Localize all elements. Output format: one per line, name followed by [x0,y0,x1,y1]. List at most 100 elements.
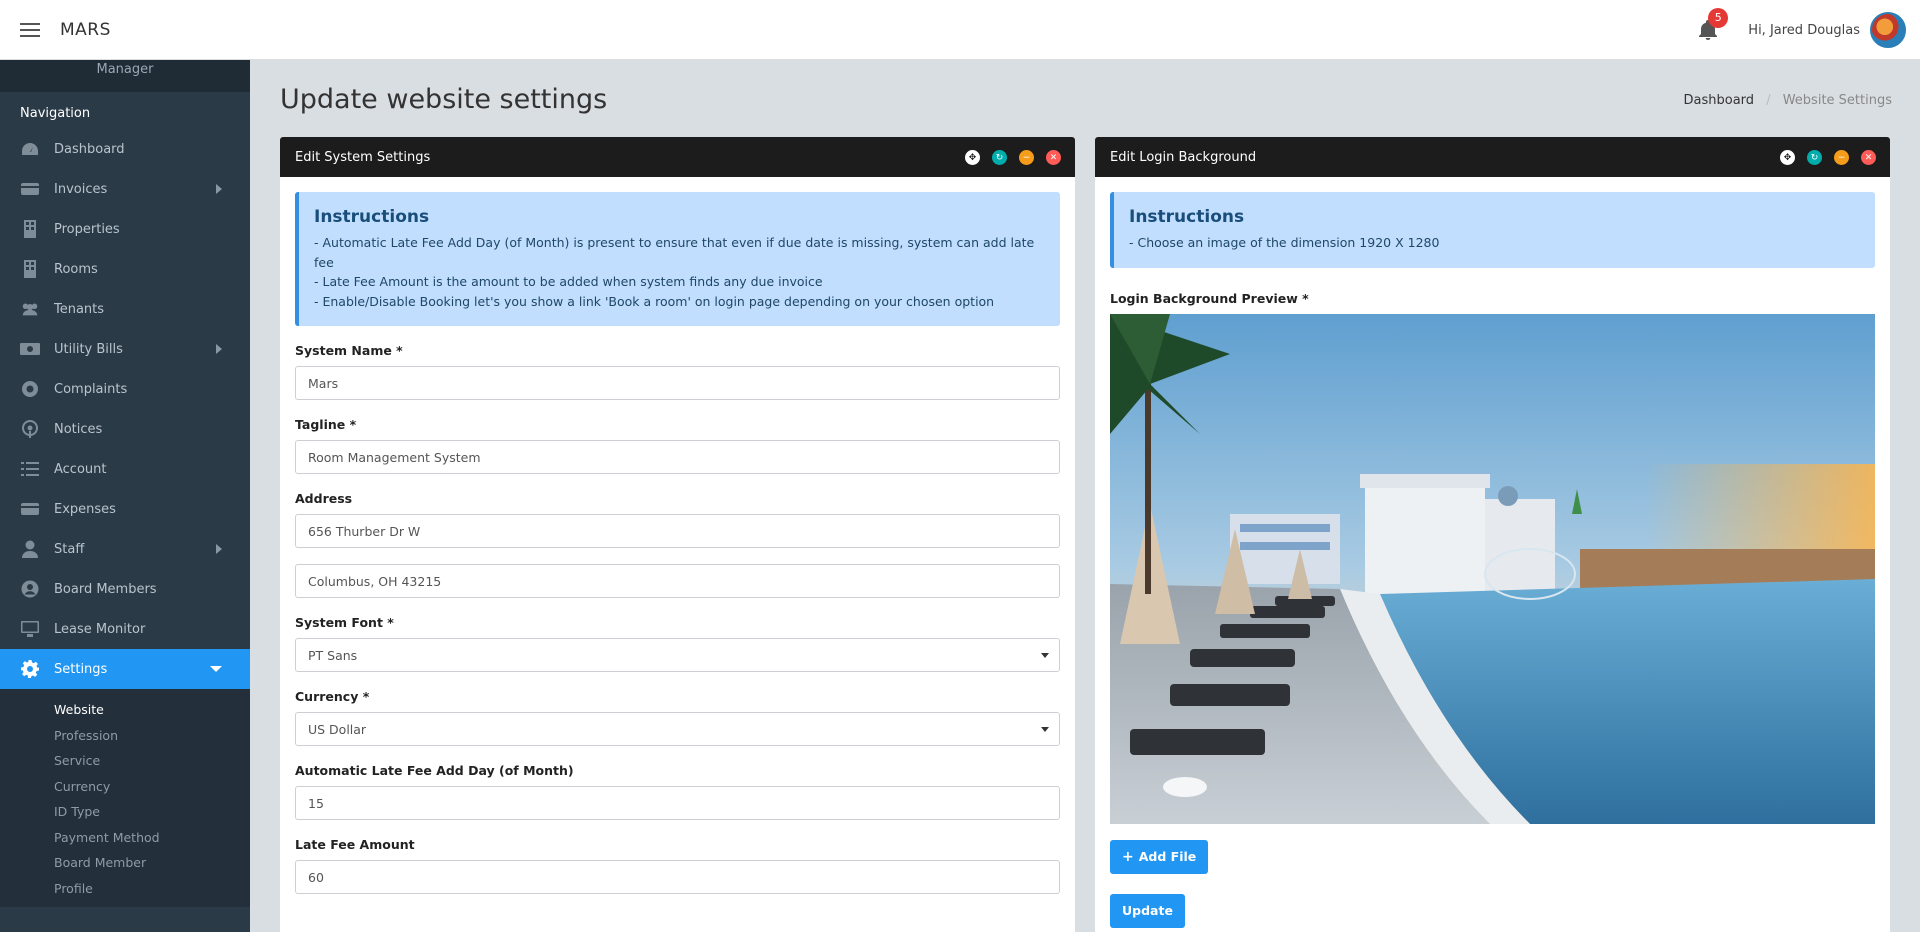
login-background-panel: Edit Login Background ✥ ↻ − ✕ Instructio… [1095,137,1890,932]
user-greeting[interactable]: Hi, Jared Douglas [1748,23,1860,38]
submenu-item-profile[interactable]: Profile [0,876,250,902]
tagline-input[interactable]: Room Management System [295,440,1060,474]
desktop-icon [20,620,40,638]
sidebar-item-account[interactable]: Account [0,449,250,489]
submenu-item-payment-method[interactable]: Payment Method [0,825,250,851]
expand-icon[interactable]: ✥ [965,150,980,165]
expand-icon[interactable]: ✥ [1780,150,1795,165]
breadcrumb-separator: / [1766,93,1771,108]
sidebar-item-tenants[interactable]: Tenants [0,289,250,329]
currency-select[interactable]: US Dollar [295,712,1060,746]
plus-icon: + [1122,848,1134,865]
sidebar-item-label: Notices [54,421,103,437]
add-file-label: Add File [1138,849,1197,864]
sidebar-item-expenses[interactable]: Expenses [0,489,250,529]
system-name-input[interactable]: Mars [295,366,1060,400]
system-font-value: PT Sans [308,647,358,663]
system-font-select[interactable]: PT Sans [295,638,1060,672]
chevron-right-icon [216,344,222,354]
sidebar-item-label: Invoices [54,181,108,197]
sidebar-item-settings[interactable]: Settings [0,649,250,689]
close-icon[interactable]: ✕ [1046,150,1061,165]
credit-card-icon [20,180,40,198]
system-font-label: System Font * [295,615,394,630]
instructions-title: Instructions [1129,207,1245,227]
add-file-button[interactable]: + Add File [1110,839,1209,874]
instruction-line: - Choose an image of the dimension 1920 … [1129,235,1440,250]
address-label: Address [295,491,353,506]
address-line1-input[interactable]: 656 Thurber Dr W [295,514,1060,548]
address-line2-value: Columbus, OH 43215 [308,573,442,589]
sidebar-item-label: Board Members [54,581,157,597]
sidebar-item-notices[interactable]: Notices [0,409,250,449]
reload-icon[interactable]: ↻ [992,150,1007,165]
breadcrumb-dashboard[interactable]: Dashboard [1684,93,1755,108]
sidebar-item-dashboard[interactable]: Dashboard [0,129,250,169]
sidebar-item-staff[interactable]: Staff [0,529,250,569]
sidebar-item-complaints[interactable]: Complaints [0,369,250,409]
page-title: Update website settings [280,84,608,115]
instruction-line: - Late Fee Amount is the amount to be ad… [314,274,823,289]
sidebar-item-rooms[interactable]: Rooms [0,249,250,289]
collapse-icon[interactable]: − [1834,150,1849,165]
system-settings-panel: Edit System Settings ✥ ↻ − ✕ Instruction… [280,137,1075,932]
submenu-item-website[interactable]: Website [0,697,250,723]
breadcrumb-current: Website Settings [1782,93,1892,108]
submenu-item-service[interactable]: Service [0,748,250,774]
address-line2-input[interactable]: Columbus, OH 43215 [295,564,1060,598]
late-fee-day-label: Automatic Late Fee Add Day (of Month) [295,763,574,778]
sidebar-item-invoices[interactable]: Invoices [0,169,250,209]
user-avatar[interactable] [1870,12,1906,48]
instructions-note: Instructions - Automatic Late Fee Add Da… [295,192,1060,326]
sidebar: Manager Navigation Dashboard Invoices Pr… [0,60,250,932]
panel-heading: Edit System Settings ✥ ↻ − ✕ [280,137,1075,177]
settings-submenu: Website Profession Service Currency ID T… [0,689,250,907]
tagline-value: Room Management System [308,449,481,465]
brand-name[interactable]: MARS [60,20,111,40]
submenu-item-id-type[interactable]: ID Type [0,799,250,825]
submenu-item-currency[interactable]: Currency [0,774,250,800]
podcast-icon [20,420,40,438]
instruction-line: - Enable/Disable Booking let's you show … [314,293,995,309]
update-button[interactable]: Update [1110,893,1185,928]
late-fee-amount-input[interactable]: 60 [295,860,1060,894]
sidebar-item-label: Utility Bills [54,341,123,357]
submenu-item-profession[interactable]: Profession [0,723,250,749]
tagline-label: Tagline * [295,417,357,432]
reload-icon[interactable]: ↻ [1807,150,1822,165]
system-name-value: Mars [308,375,339,391]
currency-label: Currency * [295,689,370,704]
close-icon[interactable]: ✕ [1861,150,1876,165]
address-line1-value: 656 Thurber Dr W [308,523,421,539]
sidebar-item-label: Dashboard [54,141,125,157]
sidebar-item-label: Tenants [54,301,105,317]
sidebar-item-lease-monitor[interactable]: Lease Monitor [0,609,250,649]
breadcrumb: Dashboard / Website Settings [1684,93,1892,108]
instructions-note: Instructions - Choose an image of the di… [1110,192,1875,268]
currency-value: US Dollar [308,721,367,737]
sidebar-item-properties[interactable]: Properties [0,209,250,249]
panel-heading: Edit Login Background ✥ ↻ − ✕ [1095,137,1890,177]
gear-icon [20,660,40,678]
users-icon [20,300,40,318]
panel-title: Edit System Settings [295,149,431,165]
collapse-icon[interactable]: − [1019,150,1034,165]
notification-bell-icon[interactable]: 5 [1696,8,1729,42]
preview-label: Login Background Preview * [1110,290,1309,306]
sidebar-item-label: Properties [54,221,120,237]
sidebar-item-board-members[interactable]: Board Members [0,569,250,609]
sidebar-item-utility-bills[interactable]: Utility Bills [0,329,250,369]
late-fee-amount-label: Late Fee Amount [295,837,415,852]
login-background-preview-image [1110,313,1875,824]
user-circle-icon [20,580,40,598]
late-fee-day-input[interactable]: 15 [295,786,1060,820]
late-fee-day-value: 15 [308,795,324,811]
nav-header: Navigation [20,106,91,121]
chevron-down-icon [210,666,222,672]
hamburger-menu-icon[interactable] [20,22,40,37]
submenu-item-board-member[interactable]: Board Member [0,850,250,876]
dashboard-icon [20,140,40,158]
building-icon [20,260,40,278]
instruction-line: - Automatic Late Fee Add Day (of Month) … [314,235,1035,270]
caret-down-icon [1041,653,1049,658]
